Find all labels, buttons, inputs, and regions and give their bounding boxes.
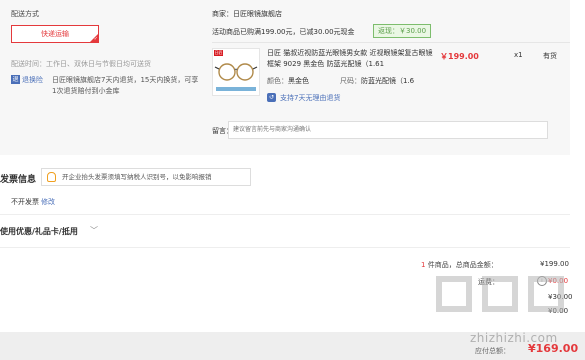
return-support-text: 支持7天无理由退货 xyxy=(280,94,341,102)
return-support-icon: ↺ xyxy=(267,93,276,102)
lens-label: 尺码： xyxy=(340,77,361,85)
invoice-tip: 开企业抬头发票须填写纳税人识别号，以免影响报销 xyxy=(41,168,251,186)
invoice-title: 发票信息 xyxy=(0,175,37,185)
invoice-type: 不开发票 xyxy=(11,198,39,206)
promo-badge: 返现：￥30.00 xyxy=(373,24,432,38)
product-title[interactable]: 日匠 猫叔近视防蓝光眼镜男女款 近视眼镜架复古眼镜框架 9029 黑金色 防蓝光… xyxy=(267,48,437,70)
product-quantity: x1 xyxy=(514,51,523,59)
shop-name[interactable]: 商家：日匠眼镜旗舰店 xyxy=(212,9,282,19)
coupon-toggle[interactable]: 使用优惠/礼品卡/抵用 xyxy=(0,226,78,237)
note-input[interactable] xyxy=(228,121,548,139)
express-delivery-label: 快递运输 xyxy=(41,30,69,38)
watermark-text: zhizhizhi.com xyxy=(470,331,558,345)
goods-amount: ¥199.00 xyxy=(540,260,569,268)
shipping-label: 配送方式 xyxy=(11,10,39,18)
lightbulb-icon xyxy=(47,172,56,182)
section-divider xyxy=(0,214,570,215)
goods-count-text: 件商品，总商品金额： xyxy=(425,261,498,269)
pay-total-label: 应付总额： xyxy=(475,347,510,355)
goods-count: 1 件商品，总商品金额： xyxy=(421,260,498,270)
return-insurance-icon: 退 xyxy=(11,75,20,84)
lens-value: 防蓝光配镜（1.6 xyxy=(361,77,415,85)
product-image[interactable]: 日匠 xyxy=(212,48,260,96)
shop-divider xyxy=(212,42,570,43)
promo-text: 活动商品已购满199.00元，已减30.00元现金 xyxy=(212,28,355,36)
return-insurance-desc: 日匠眼镜旗舰店7天内退货，15天内换货，可享1次退货赔付到小金库 xyxy=(52,76,199,95)
summary-divider xyxy=(0,247,570,248)
return-insurance-link[interactable]: 退换险 xyxy=(22,75,43,85)
express-delivery-button[interactable]: 快递运输 xyxy=(11,25,99,43)
product-price: ￥199.00 xyxy=(440,52,479,61)
brand-logo: 日匠 xyxy=(214,50,223,56)
color-label: 颜色： xyxy=(267,77,288,85)
chevron-down-icon[interactable]: ﹀ xyxy=(90,225,98,236)
invoice-modify-link[interactable]: 修改 xyxy=(41,197,55,207)
selected-check-icon xyxy=(90,34,98,42)
stock-status: 有货 xyxy=(543,52,557,60)
color-value: 黑金色 xyxy=(288,77,309,85)
delivery-time-text: 配送时间：工作日、双休日与节假日均可送货 xyxy=(11,60,151,68)
